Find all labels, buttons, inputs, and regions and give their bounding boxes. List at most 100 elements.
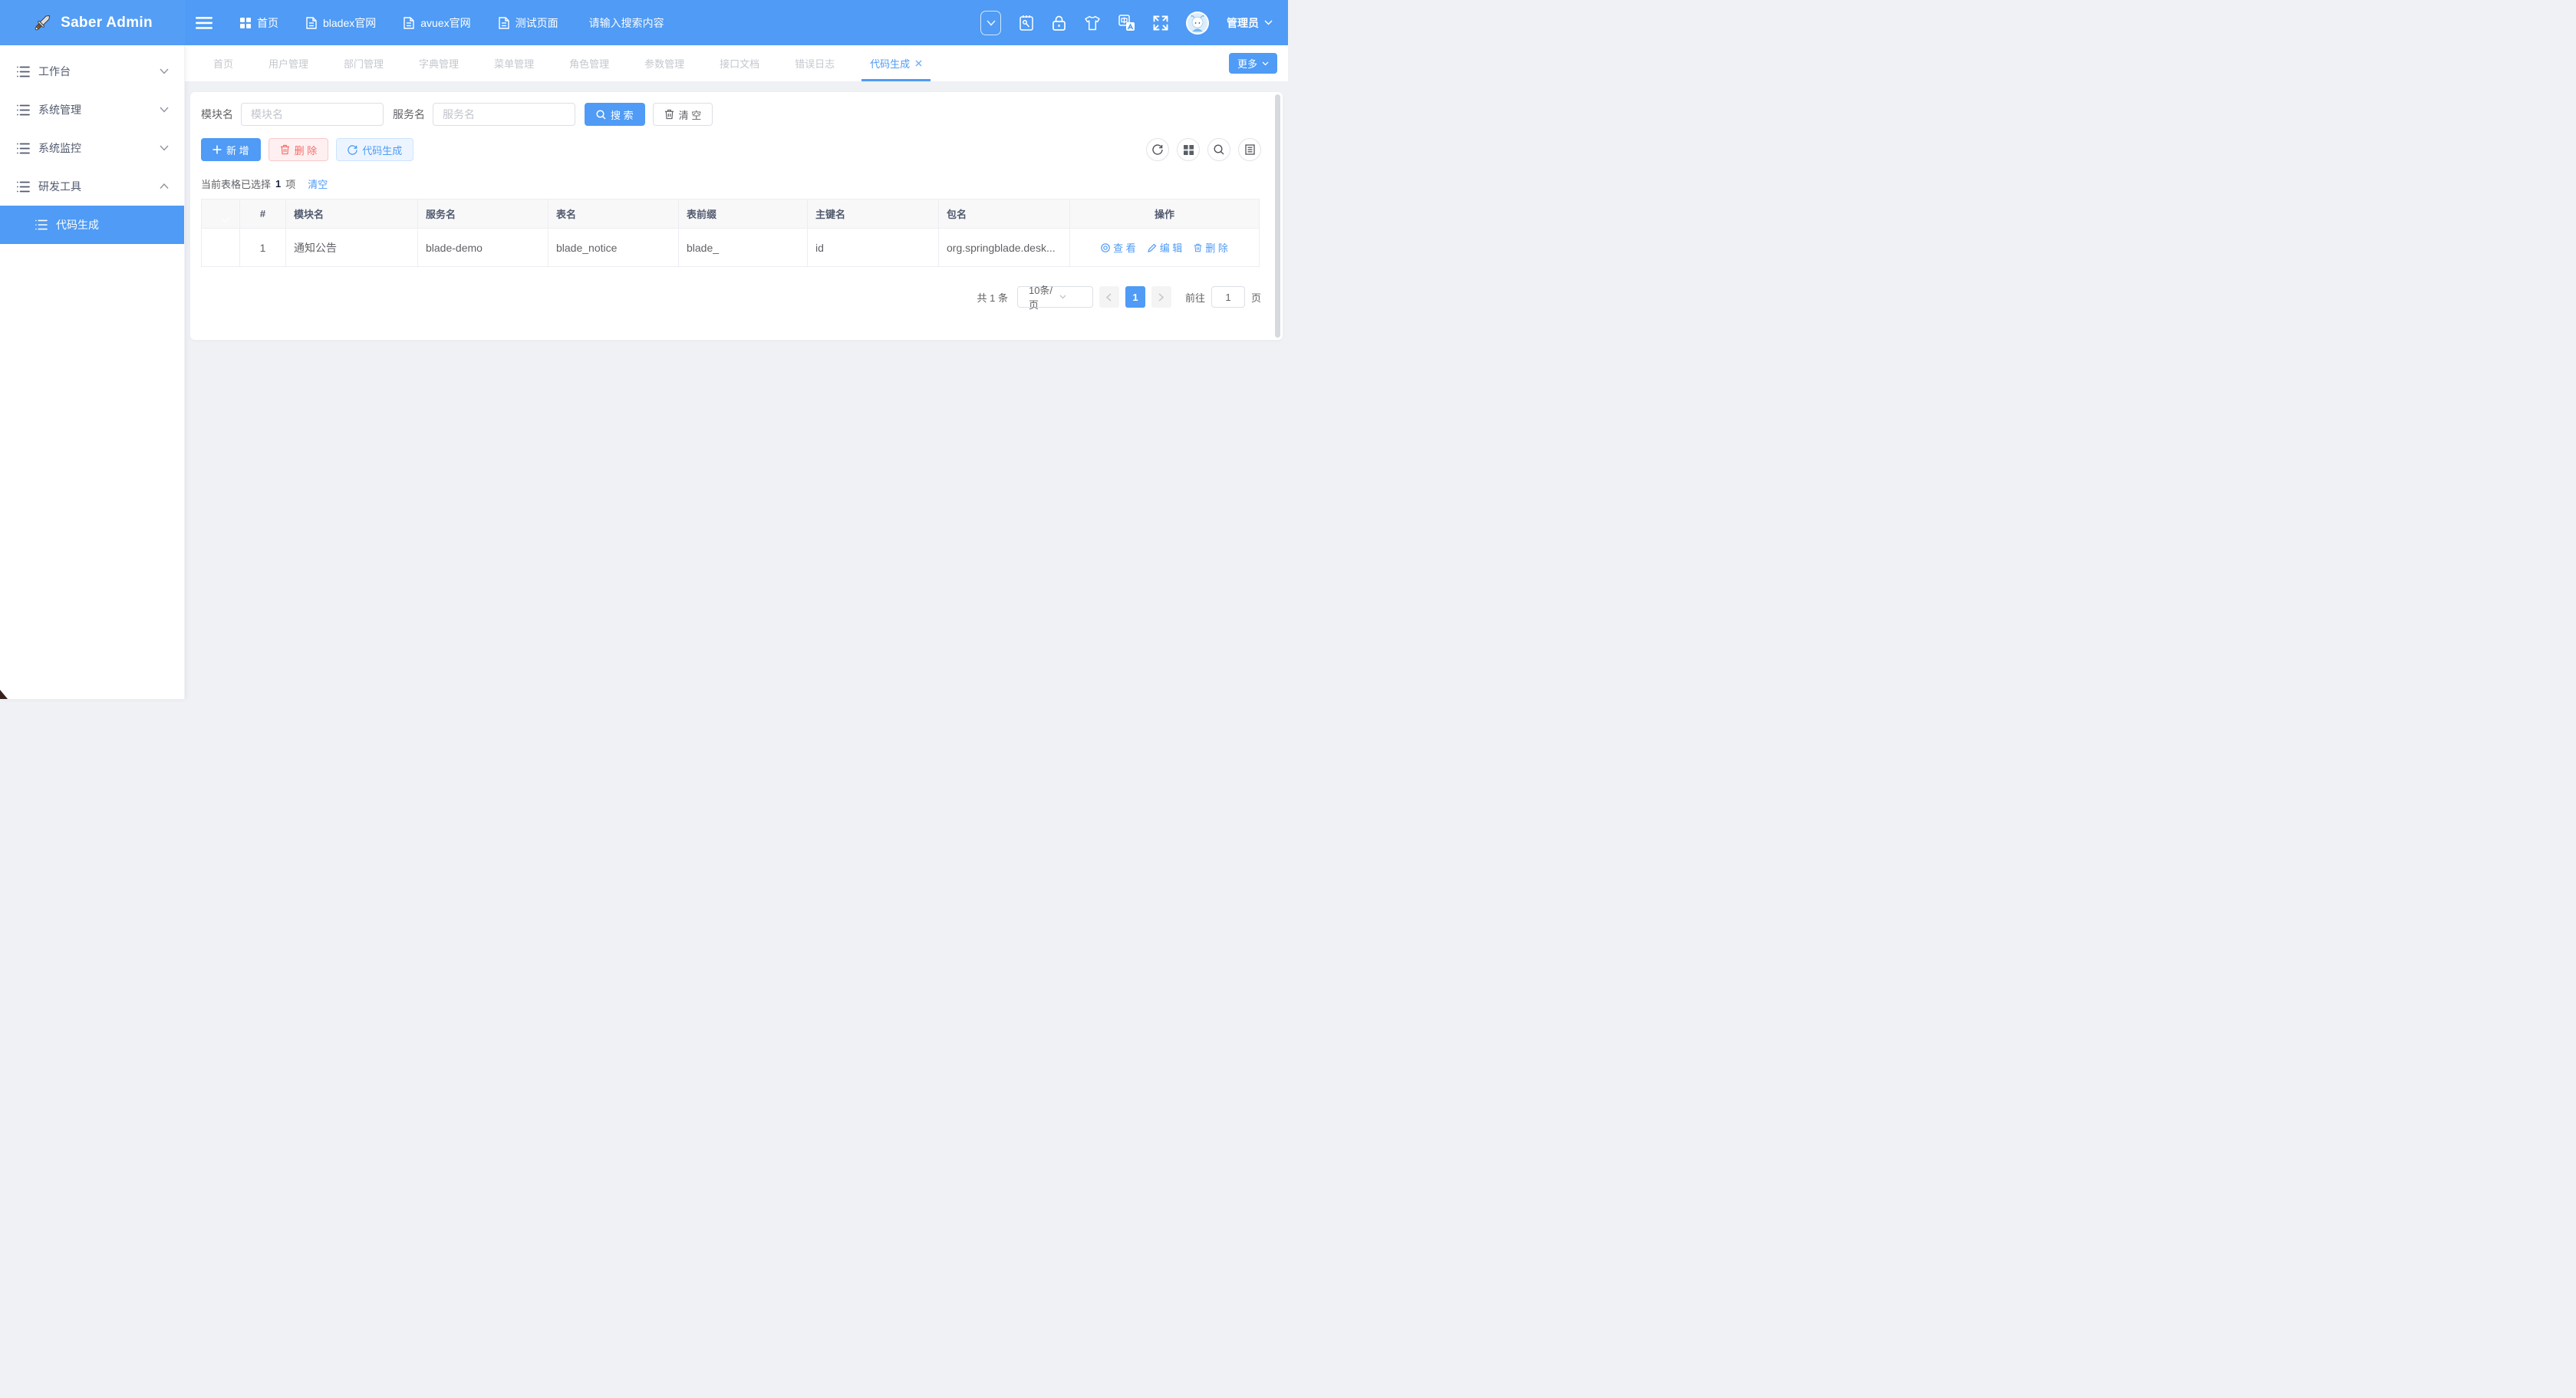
more-tabs-button[interactable]: 更多 [1229, 53, 1277, 74]
selection-info: 当前表格已选择 1 项 清空 [201, 176, 1272, 191]
tab-param-mgmt[interactable]: 参数管理 [627, 45, 702, 81]
module-name-input[interactable] [241, 103, 384, 126]
chevron-down-icon [160, 145, 169, 151]
sidebar-item-system-monitor[interactable]: 系统监控 [0, 129, 184, 167]
tabbar: 首页 用户管理 部门管理 字典管理 菜单管理 角色管理 参数管理 接口文档 错误… [185, 45, 1288, 81]
chevron-down-icon [1059, 295, 1086, 299]
col-table: 表名 [548, 199, 679, 229]
topnav-testpage[interactable]: 测试页面 [499, 15, 558, 31]
header-search-input[interactable]: 请输入搜索内容 [589, 15, 743, 31]
search-toggle-button[interactable] [1207, 138, 1230, 161]
clear-button[interactable]: 清 空 [653, 103, 713, 126]
plus-icon [212, 145, 222, 154]
delete-button[interactable]: 删 除 [268, 138, 329, 161]
user-menu[interactable]: 管理员 [1227, 15, 1273, 31]
sidebar: 工作台 系统管理 系统监控 [0, 45, 185, 699]
code-generate-button[interactable]: 代码生成 [336, 138, 413, 161]
total-count: 共 1 条 [977, 290, 1008, 305]
col-package: 包名 [939, 199, 1070, 229]
close-icon[interactable] [915, 60, 922, 67]
filter-row: 模块名 服务名 搜 索 清 空 [201, 103, 1272, 126]
tab-user-mgmt[interactable]: 用户管理 [251, 45, 326, 81]
refresh-button[interactable] [1146, 138, 1169, 161]
chevron-down-icon [160, 107, 169, 113]
pagination: 共 1 条 10条/页 1 前往 页 [201, 286, 1261, 308]
topnav-avuex[interactable]: avuex官网 [404, 15, 470, 31]
main-content: 模块名 服务名 搜 索 清 空 新 [185, 81, 1288, 699]
table-header-row: # 模块名 服务名 表名 表前缀 主键名 包名 操作 [202, 199, 1260, 229]
view-link[interactable]: 查 看 [1101, 240, 1136, 255]
cell-prefix: blade_ [679, 229, 808, 267]
debug-clipboard-icon[interactable] [1019, 15, 1034, 31]
sidebar-item-workbench[interactable]: 工作台 [0, 52, 184, 91]
list-icon [17, 104, 30, 116]
clear-selection-link[interactable]: 清空 [308, 176, 328, 191]
list-icon [17, 181, 30, 193]
grid-icon [240, 18, 251, 28]
goto-page-input[interactable] [1211, 286, 1245, 308]
sidebar-item-dev-tools[interactable]: 研发工具 [0, 167, 184, 206]
list-icon [17, 66, 30, 77]
page-number-1[interactable]: 1 [1125, 286, 1145, 308]
delete-link[interactable]: 删 除 [1194, 240, 1228, 255]
sword-logo-icon [32, 12, 53, 33]
service-name-label: 服务名 [393, 107, 425, 122]
codegen-table: # 模块名 服务名 表名 表前缀 主键名 包名 操作 1 通知公告 blade-… [201, 199, 1260, 267]
search-button[interactable]: 搜 索 [585, 103, 645, 126]
cell-package: org.springblade.desk... [939, 229, 1070, 267]
logo[interactable]: Saber Admin [0, 0, 185, 45]
add-button[interactable]: 新 增 [201, 138, 261, 161]
grid-view-button[interactable] [1177, 138, 1200, 161]
tab-role-mgmt[interactable]: 角色管理 [552, 45, 627, 81]
panel-toggle-button[interactable] [980, 11, 1001, 35]
content-card: 模块名 服务名 搜 索 清 空 新 [190, 92, 1283, 340]
trash-icon [664, 109, 674, 120]
chevron-down-icon [1262, 61, 1269, 66]
sidebar-item-system-mgmt[interactable]: 系统管理 [0, 91, 184, 129]
cell-table: blade_notice [548, 229, 679, 267]
service-name-input[interactable] [433, 103, 575, 126]
col-prefix: 表前缀 [679, 199, 808, 229]
goto-label: 前往 [1185, 290, 1205, 305]
trash-icon [1194, 243, 1202, 252]
sidebar-collapse-icon[interactable] [196, 17, 212, 29]
col-actions: 操作 [1070, 199, 1260, 229]
toolbar-row: 新 增 删 除 代码生成 [201, 138, 1272, 161]
user-name: 管理员 [1227, 15, 1259, 31]
user-avatar[interactable] [1186, 12, 1209, 35]
selection-count: 1 [275, 178, 281, 190]
sidebar-item-code-generation[interactable]: 代码生成 [0, 206, 184, 244]
document-icon [306, 17, 317, 29]
topnav-bladex[interactable]: bladex官网 [306, 15, 376, 31]
edit-pencil-icon [1148, 243, 1157, 252]
list-icon [35, 219, 48, 230]
edit-link[interactable]: 编 辑 [1148, 240, 1183, 255]
chevron-down-icon [160, 68, 169, 74]
column-settings-button[interactable] [1238, 138, 1261, 161]
mouse-cursor-artifact [0, 690, 8, 699]
cell-service: blade-demo [418, 229, 548, 267]
tab-code-generation[interactable]: 代码生成 [852, 45, 940, 81]
card-scrollbar[interactable] [1275, 94, 1280, 338]
tab-menu-mgmt[interactable]: 菜单管理 [476, 45, 552, 81]
document-icon [499, 17, 509, 29]
tab-dept-mgmt[interactable]: 部门管理 [326, 45, 401, 81]
next-page-button[interactable] [1151, 286, 1171, 308]
col-index: # [240, 199, 286, 229]
fullscreen-icon[interactable] [1153, 15, 1168, 31]
topnav-home[interactable]: 首页 [240, 15, 278, 31]
language-translate-icon[interactable] [1118, 15, 1135, 31]
refresh-icon [348, 145, 357, 155]
theme-shirt-icon[interactable] [1084, 15, 1101, 31]
col-service: 服务名 [418, 199, 548, 229]
tab-error-log[interactable]: 错误日志 [777, 45, 852, 81]
lock-icon[interactable] [1052, 15, 1066, 31]
tab-api-docs[interactable]: 接口文档 [702, 45, 777, 81]
tab-home[interactable]: 首页 [196, 45, 251, 81]
tab-dict-mgmt[interactable]: 字典管理 [401, 45, 476, 81]
document-icon [404, 17, 414, 29]
prev-page-button[interactable] [1099, 286, 1119, 308]
app-title: Saber Admin [61, 15, 153, 31]
page-size-select[interactable]: 10条/页 [1017, 286, 1093, 308]
table-row[interactable]: 1 通知公告 blade-demo blade_notice blade_ id… [202, 229, 1260, 267]
